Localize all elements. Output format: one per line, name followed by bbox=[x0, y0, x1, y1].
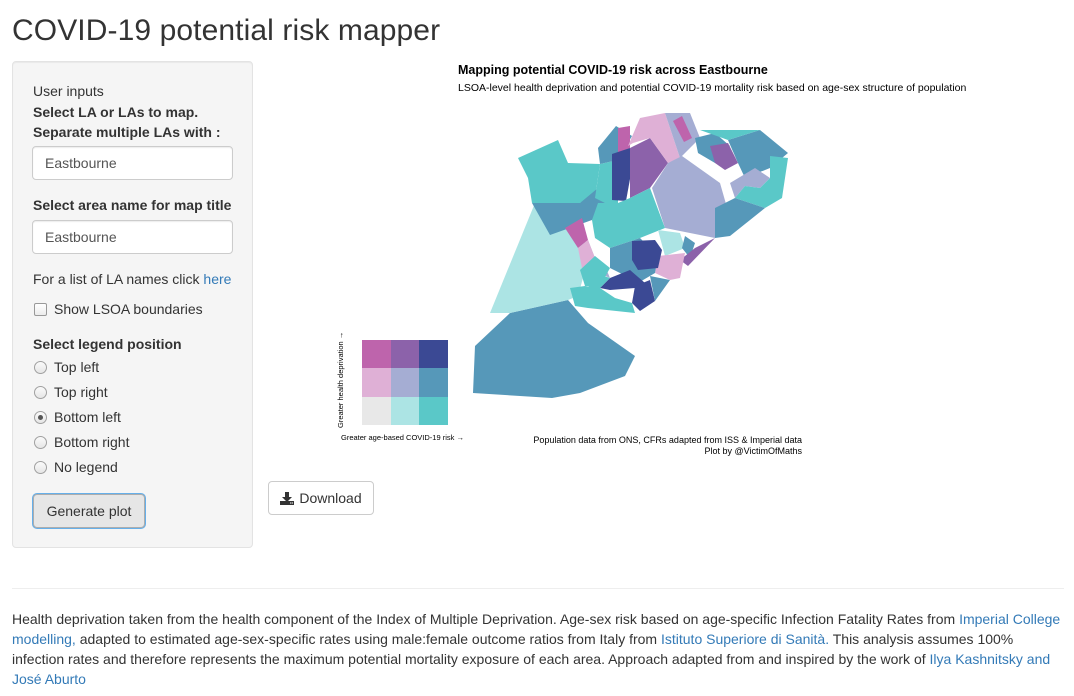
footer-link[interactable]: Istituto Superiore di Sanità. bbox=[661, 631, 829, 647]
caption-data-sources: Population data from ONS, CFRs adapted f… bbox=[533, 435, 802, 445]
footer-text-segment: Health deprivation taken from the health… bbox=[12, 611, 960, 627]
radio-label: Top left bbox=[54, 359, 100, 375]
legend-cell-dep1-risk0 bbox=[362, 368, 391, 397]
lsoa-region bbox=[632, 240, 662, 270]
la-list-link[interactable]: here bbox=[203, 271, 231, 287]
eastbourne-lsoa-map bbox=[473, 113, 788, 398]
caption-author: Plot by @VictimOfMaths bbox=[704, 446, 803, 456]
radio-button[interactable] bbox=[34, 460, 47, 474]
lsoa-region bbox=[473, 300, 635, 398]
download-button[interactable]: Download bbox=[268, 481, 374, 515]
divider bbox=[12, 588, 1064, 589]
page-title: COVID-19 potential risk mapper bbox=[12, 14, 441, 47]
legend-option-no-legend[interactable]: No legend bbox=[33, 459, 118, 475]
radio-label: No legend bbox=[54, 459, 118, 475]
lsoa-region bbox=[612, 148, 632, 201]
legend-cell-dep0-risk0 bbox=[362, 396, 391, 425]
legend-option-top-right[interactable]: Top right bbox=[33, 384, 108, 400]
legend-cell-dep1-risk2 bbox=[419, 368, 448, 397]
download-label: Download bbox=[299, 490, 362, 506]
radio-button[interactable] bbox=[34, 410, 47, 424]
radio-button[interactable] bbox=[34, 385, 47, 399]
radio-label: Bottom right bbox=[54, 434, 130, 450]
radio-button[interactable] bbox=[34, 435, 47, 449]
legend-cell-dep2-risk2 bbox=[419, 340, 448, 369]
radio-label: Top right bbox=[54, 384, 108, 400]
methodology-note: Health deprivation taken from the health… bbox=[12, 609, 1067, 689]
lsoa-region bbox=[658, 230, 685, 256]
legend-cell-dep0-risk1 bbox=[390, 396, 420, 425]
legend-cell-dep2-risk0 bbox=[362, 340, 391, 369]
map-title-label: Select area name for map title bbox=[33, 197, 232, 213]
user-inputs-panel: User inputs Select LA or LAs to map. Sep… bbox=[12, 61, 253, 548]
legend-option-bottom-right[interactable]: Bottom right bbox=[33, 434, 129, 450]
show-lsoa-boundaries-label: Show LSOA boundaries bbox=[54, 301, 203, 317]
legend-cell-dep0-risk2 bbox=[419, 396, 448, 425]
footer-text-segment: adapted to estimated age-sex-specific ra… bbox=[75, 631, 661, 647]
legend-option-top-left[interactable]: Top left bbox=[33, 359, 99, 375]
download-icon bbox=[280, 491, 295, 505]
checkbox-box[interactable] bbox=[34, 302, 47, 316]
user-inputs-heading: User inputs bbox=[33, 83, 104, 99]
legend-x-label: Greater age-based COVID-19 risk → bbox=[341, 433, 464, 442]
la-list-prefix: For a list of LA names click bbox=[33, 271, 204, 287]
radio-label: Bottom left bbox=[54, 409, 121, 425]
bivariate-legend bbox=[362, 340, 448, 425]
legend-position-label: Select legend position bbox=[33, 336, 182, 352]
la-label: Select LA or LAs to map. Separate multip… bbox=[33, 102, 220, 142]
map-title-input[interactable] bbox=[32, 220, 233, 254]
la-input[interactable] bbox=[32, 146, 233, 180]
la-label-line2: Separate multiple LAs with : bbox=[33, 124, 221, 140]
risk-map-plot: Mapping potential COVID-19 risk across E… bbox=[330, 58, 1020, 468]
lsoa-region bbox=[518, 140, 600, 203]
legend-y-label: Greater health deprivation → bbox=[336, 331, 345, 428]
legend-cell-dep1-risk1 bbox=[390, 368, 420, 397]
plot-title: Mapping potential COVID-19 risk across E… bbox=[458, 63, 768, 77]
generate-plot-button[interactable]: Generate plot bbox=[33, 494, 145, 528]
plot-subtitle: LSOA-level health deprivation and potent… bbox=[458, 82, 967, 94]
radio-button[interactable] bbox=[34, 360, 47, 374]
legend-option-bottom-left[interactable]: Bottom left bbox=[33, 409, 121, 425]
legend-cell-dep2-risk1 bbox=[390, 340, 420, 369]
la-label-line1: Select LA or LAs to map. bbox=[33, 104, 199, 120]
show-lsoa-boundaries-checkbox[interactable]: Show LSOA boundaries bbox=[33, 301, 203, 317]
la-list-text: For a list of LA names click here bbox=[33, 271, 231, 287]
